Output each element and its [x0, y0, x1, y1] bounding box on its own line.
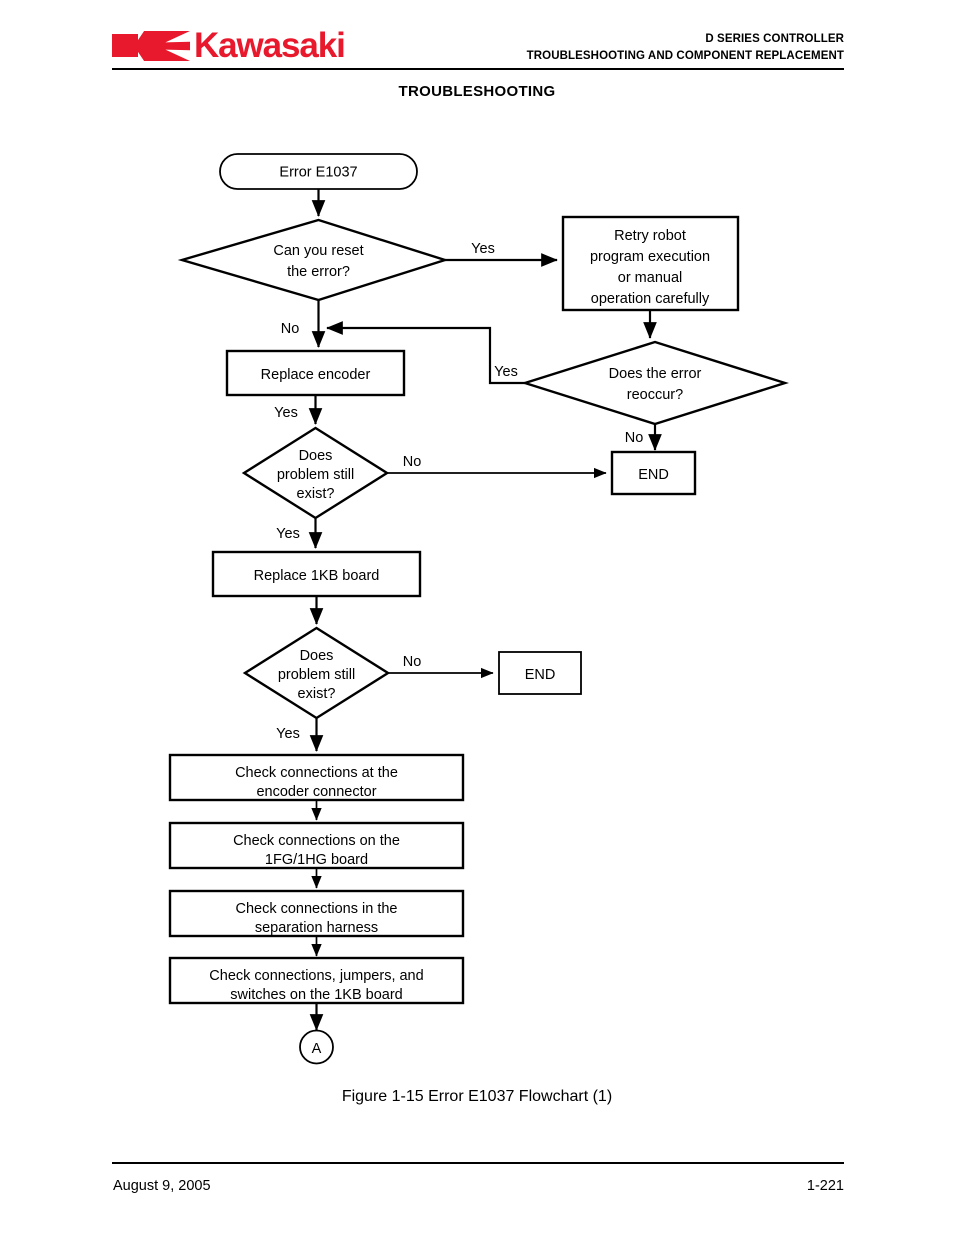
flowchart-diagram: Error E1037 Can you reset the error? Yes…: [0, 130, 954, 1070]
header-divider: [112, 68, 844, 70]
edge-label-reoccur-no: No: [625, 430, 644, 446]
figure-caption: Figure 1-15 Error E1037 Flowchart (1): [341, 1088, 613, 1105]
node-decision-reset: Can you reset the error?: [177, 218, 449, 302]
edge-label-problem1-yes: Yes: [276, 526, 300, 542]
node-retry-robot: Retry robot program execution or manual …: [561, 215, 740, 312]
edge-label-reoccur-yes: Yes: [494, 364, 518, 380]
node-decision-problem-2: Does problem still exist?: [242, 626, 391, 720]
node-decision-problem-1-line-2: problem still: [277, 467, 354, 483]
node-decision-reoccur-line-1: Does the error: [609, 366, 702, 382]
node-replace-1kb-board-label: Replace 1KB board: [254, 568, 380, 584]
node-retry-line-2: program execution: [590, 249, 710, 265]
node-check-1kb-board: Check connections, jumpers, and switches…: [168, 956, 465, 1005]
footer-date: August 9, 2005: [113, 1178, 211, 1194]
node-replace-encoder-label: Replace encoder: [261, 367, 371, 383]
node-decision-problem-2-line-3: exist?: [298, 686, 336, 702]
footer-page-number: 1-221: [806, 1178, 844, 1194]
node-check-harness-line-1: Check connections in the: [235, 901, 397, 917]
node-replace-encoder: Replace encoder: [225, 349, 406, 397]
section-title: TROUBLESHOOTING: [398, 83, 556, 100]
node-connector-a: A: [299, 1029, 334, 1065]
node-end-1: END: [610, 450, 697, 496]
node-connector-a-label: A: [312, 1041, 322, 1057]
edge-label-reset-yes: Yes: [471, 241, 495, 257]
node-decision-problem-2-line-2: problem still: [278, 667, 355, 683]
node-check-1kb-line-1: Check connections, jumpers, and: [209, 968, 423, 984]
node-start-label: Error E1037: [279, 165, 357, 181]
edge-label-problem2-yes: Yes: [276, 726, 300, 742]
node-replace-1kb-board: Replace 1KB board: [211, 550, 422, 598]
node-check-1fg-1hg-board: Check connections on the 1FG/1HG board: [168, 821, 465, 870]
edge-label-reset-no: No: [281, 321, 300, 337]
node-check-1fg-line-1: Check connections on the: [233, 833, 400, 849]
node-check-encoder-line-2: encoder connector: [256, 784, 376, 800]
logo-wordmark: Kawasaki: [194, 25, 346, 65]
node-end-2-label: END: [525, 667, 556, 683]
node-decision-reset-line-1: Can you reset: [273, 243, 363, 259]
node-check-separation-harness: Check connections in the separation harn…: [168, 889, 465, 938]
logo-arrow-shape: [134, 31, 190, 61]
node-decision-reset-line-2: the error?: [287, 264, 350, 280]
node-check-1fg-line-2: 1FG/1HG board: [265, 852, 368, 868]
node-retry-line-1: Retry robot: [614, 228, 686, 244]
logo-bar-shape: [112, 34, 138, 57]
edge-label-problem1-no: No: [403, 454, 422, 470]
node-start: Error E1037: [219, 153, 418, 190]
edge-label-encoder-yes: Yes: [274, 405, 298, 421]
node-decision-problem-1: Does problem still exist?: [241, 426, 390, 520]
node-decision-problem-1-line-1: Does: [299, 448, 333, 464]
node-check-harness-line-2: separation harness: [255, 920, 378, 936]
kawasaki-logo-mark-icon: [112, 30, 190, 61]
node-retry-line-3: or manual: [618, 270, 682, 286]
doc-title-line-1: D SERIES CONTROLLER: [705, 33, 844, 45]
node-end-2: END: [498, 651, 582, 695]
document-title-block: D SERIES CONTROLLER TROUBLESHOOTING AND …: [527, 31, 844, 65]
node-decision-reoccur: Does the error reoccur?: [521, 340, 789, 426]
doc-title-line-2: TROUBLESHOOTING AND COMPONENT REPLACEMEN…: [526, 50, 844, 62]
node-check-1kb-line-2: switches on the 1KB board: [230, 987, 403, 1003]
node-decision-reoccur-line-2: reoccur?: [627, 387, 683, 403]
node-check-encoder-line-1: Check connections at the: [235, 765, 398, 781]
footer-divider: [112, 1162, 844, 1164]
node-check-encoder-connector: Check connections at the encoder connect…: [168, 753, 465, 802]
node-end-1-label: END: [638, 467, 669, 483]
node-decision-problem-1-line-3: exist?: [297, 486, 335, 502]
node-decision-problem-2-line-1: Does: [300, 648, 334, 664]
kawasaki-logo: Kawasaki: [112, 25, 346, 65]
node-retry-line-4: operation carefully: [591, 291, 710, 307]
edge-label-problem2-no: No: [403, 654, 422, 670]
page-header: Kawasaki D SERIES CONTROLLER TROUBLESHOO…: [0, 0, 954, 70]
